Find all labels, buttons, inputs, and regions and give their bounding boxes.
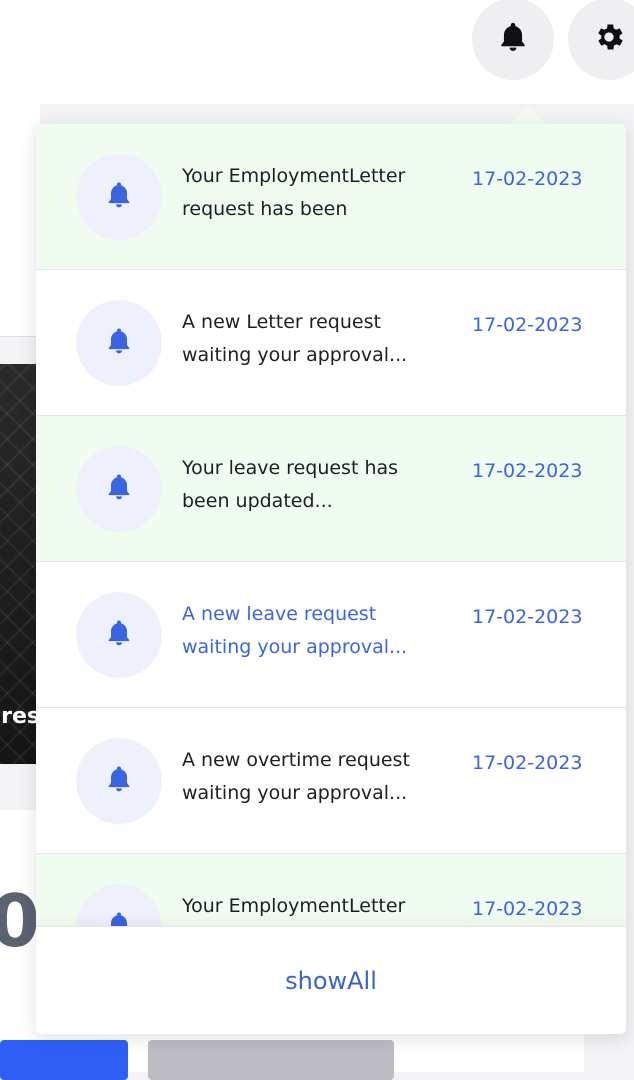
notification-avatar xyxy=(76,592,162,678)
notification-item[interactable]: Your EmploymentLetter request has been u… xyxy=(36,854,626,926)
bell-icon xyxy=(104,325,134,361)
bell-icon xyxy=(104,909,134,926)
notification-item[interactable]: A new leave request waiting your approva… xyxy=(36,562,626,708)
settings-button[interactable] xyxy=(568,0,634,80)
notification-item[interactable]: A new Letter request waiting your approv… xyxy=(36,270,626,416)
notification-avatar xyxy=(76,738,162,824)
notification-date: 17-02-2023 xyxy=(472,606,583,628)
notification-avatar xyxy=(76,884,162,926)
top-bar xyxy=(0,0,634,104)
notification-date: 17-02-2023 xyxy=(472,460,583,482)
background-primary-button[interactable] xyxy=(0,1040,128,1080)
notification-message: A new Letter request waiting your approv… xyxy=(182,311,408,366)
notifications-dropdown: Your EmploymentLetter request has been u… xyxy=(36,124,626,1034)
notification-avatar xyxy=(76,446,162,532)
bell-icon xyxy=(496,19,530,59)
background-panel xyxy=(0,104,40,337)
bell-icon xyxy=(104,617,134,653)
notification-item[interactable]: Your EmploymentLetter request has been u… xyxy=(36,124,626,270)
notification-message: Your leave request has been updated... xyxy=(182,457,399,512)
dropdown-caret xyxy=(508,106,548,126)
show-all-link[interactable]: showAll xyxy=(285,967,377,995)
notification-item[interactable]: A new overtime request waiting your appr… xyxy=(36,708,626,854)
notification-avatar xyxy=(76,300,162,386)
notification-date: 17-02-2023 xyxy=(472,752,583,774)
notification-date: 17-02-2023 xyxy=(472,314,583,336)
notification-item[interactable]: Your leave request has been updated... 17… xyxy=(36,416,626,562)
notifications-footer: showAll xyxy=(36,926,626,1034)
notification-date: 17-02-2023 xyxy=(472,168,583,190)
background-image-caption: ures xyxy=(0,704,40,729)
notification-message: Your EmploymentLetter request has been u… xyxy=(182,165,406,232)
bell-icon xyxy=(104,763,134,799)
background-secondary-button[interactable] xyxy=(148,1040,394,1080)
gear-icon xyxy=(592,20,626,58)
bell-icon xyxy=(104,471,134,507)
notifications-button[interactable] xyxy=(472,0,554,80)
background-big-number: 0 xyxy=(0,885,40,957)
bell-icon xyxy=(104,179,134,215)
notification-message: Your EmploymentLetter request has been u… xyxy=(182,895,406,917)
notification-avatar xyxy=(76,154,162,240)
notification-date: 17-02-2023 xyxy=(472,898,583,920)
notification-message: A new overtime request waiting your appr… xyxy=(182,749,410,804)
notification-message: A new leave request waiting your approva… xyxy=(182,603,408,658)
notifications-list: Your EmploymentLetter request has been u… xyxy=(36,124,626,926)
